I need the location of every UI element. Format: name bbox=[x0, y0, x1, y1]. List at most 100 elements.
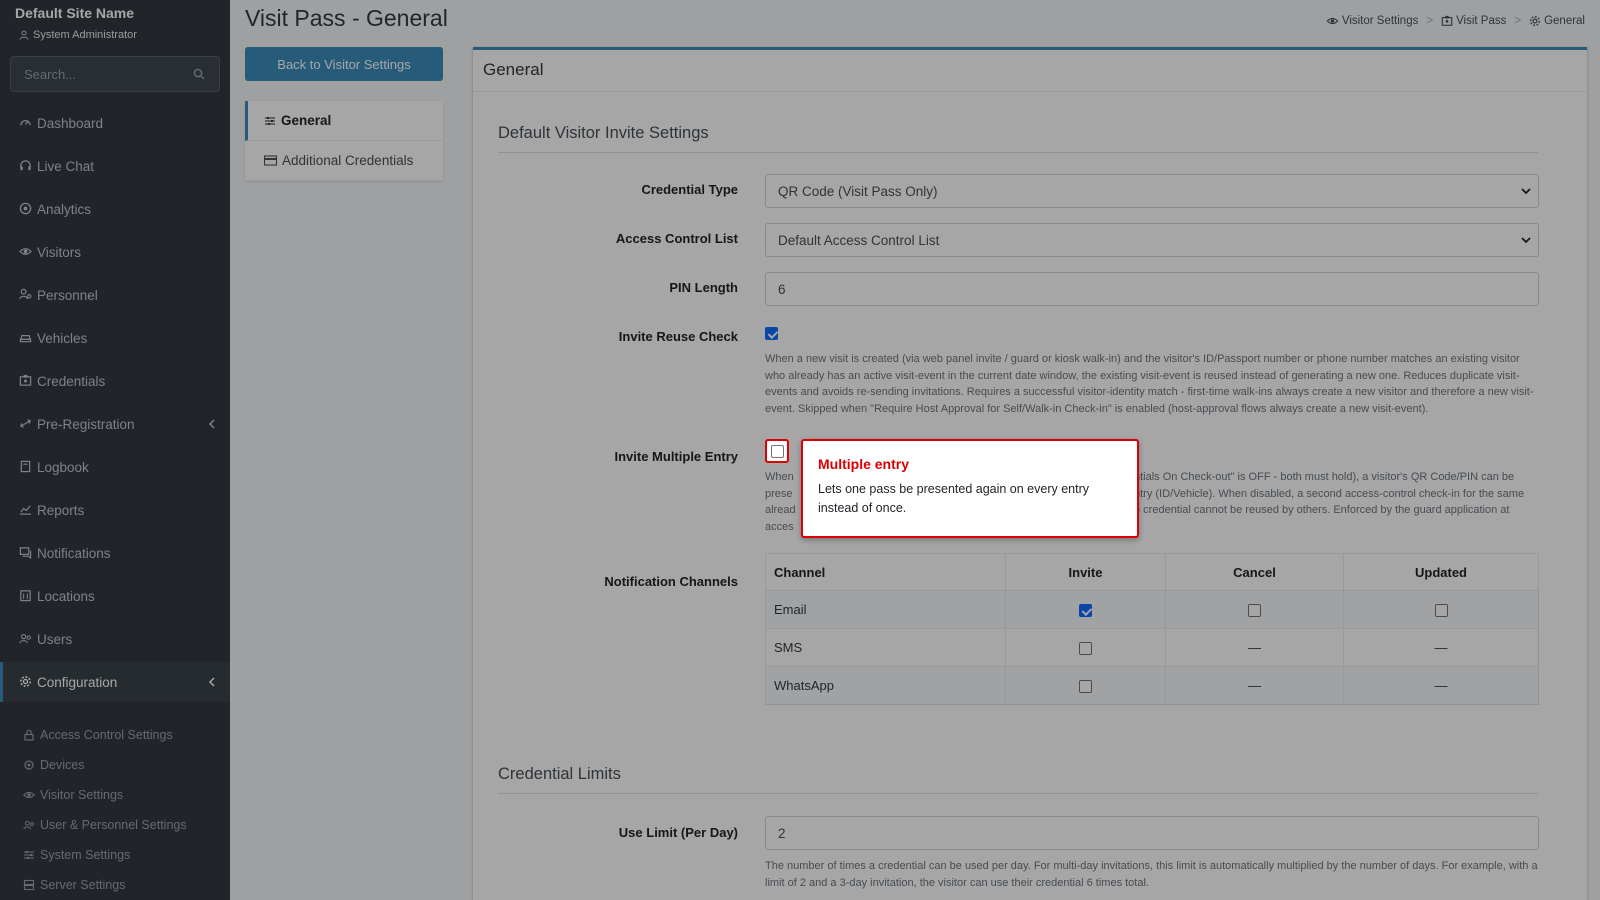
email-cancel-checkbox[interactable] bbox=[1248, 604, 1261, 618]
sms-invite-checkbox[interactable] bbox=[1079, 642, 1092, 656]
sidebar-item-label: Visitors bbox=[37, 244, 82, 260]
column-header: Cancel bbox=[1165, 553, 1344, 591]
site-name[interactable]: Default Site Name bbox=[15, 5, 134, 21]
sidebar-item-users[interactable]: Users bbox=[0, 619, 230, 659]
submenu-item-additional-credentials[interactable]: Additional Credentials bbox=[245, 141, 443, 181]
use-limit-input[interactable]: 2 bbox=[765, 816, 1539, 850]
settings-submenu: General Additional Credentials bbox=[245, 101, 443, 181]
eye-icon bbox=[1326, 17, 1339, 25]
sidebar-item-dashboard[interactable]: Dashboard bbox=[0, 103, 230, 143]
sidebar-item-visitors[interactable]: Visitors bbox=[0, 232, 230, 272]
breadcrumb-label: Visitor Settings bbox=[1341, 15, 1419, 27]
sidebar-item-notifications[interactable]: Notifications bbox=[0, 533, 230, 573]
search-icon[interactable] bbox=[193, 68, 205, 83]
tooltip-popover: Multiple entry Lets one pass be presente… bbox=[801, 439, 1139, 538]
email-updated-checkbox[interactable] bbox=[1434, 604, 1448, 618]
sidebar-subitem-visitor-settings[interactable]: Visitor Settings bbox=[0, 780, 230, 810]
search-input[interactable] bbox=[11, 57, 181, 91]
book-icon bbox=[19, 460, 33, 474]
sidebar-item-credentials[interactable]: Credentials bbox=[0, 361, 230, 401]
email-updated-cell bbox=[1343, 590, 1539, 629]
breadcrumb-visitor-settings[interactable]: Visitor Settings bbox=[1326, 15, 1419, 27]
use-limit-label: Use Limit (Per Day) bbox=[618, 825, 738, 840]
back-to-visitor-settings-button[interactable]: Back to Visitor Settings bbox=[245, 47, 443, 81]
sidebar-item-locations[interactable]: Locations bbox=[0, 576, 230, 616]
sidebar-item-live-chat[interactable]: Live Chat bbox=[0, 146, 230, 186]
arrows-icon bbox=[19, 417, 33, 431]
invite-multiple-entry-checkbox[interactable] bbox=[771, 445, 784, 458]
sidebar-item-label: Vehicles bbox=[37, 330, 88, 346]
sidebar-subitem-access-control-settings[interactable]: Access Control Settings bbox=[0, 720, 230, 750]
card-title: General bbox=[473, 50, 1587, 92]
credential-type-select[interactable]: QR Code (Visit Pass Only) bbox=[765, 174, 1539, 208]
email-invite-checkbox[interactable] bbox=[1079, 604, 1092, 618]
help-line: alread bbox=[765, 504, 796, 516]
sidebar-item-pre-registration[interactable]: Pre-Registration bbox=[0, 404, 230, 444]
invite-reuse-check-help: When a new visit is created (via web pan… bbox=[765, 353, 1534, 415]
invite-reuse-check-checkbox[interactable] bbox=[765, 327, 778, 340]
gauge-icon bbox=[19, 116, 33, 130]
page-title: Visit Pass - General bbox=[245, 5, 448, 31]
sidebar-item-configuration[interactable]: Configuration bbox=[0, 662, 230, 702]
sidebar-item-label: Logbook bbox=[37, 459, 89, 475]
whatsapp-invite-cell bbox=[1005, 666, 1166, 705]
sidebar-item-label: Configuration bbox=[37, 674, 118, 690]
channel-name: Email bbox=[765, 590, 1006, 629]
use-limit-value: 2 bbox=[778, 825, 786, 841]
sms-invite-cell bbox=[1005, 628, 1166, 667]
tooltip-body: Lets one pass be presented again on ever… bbox=[818, 482, 1090, 515]
notification-channels-table: Channel Invite Cancel Updated Email SMS … bbox=[765, 553, 1539, 705]
sidebar-item-reports[interactable]: Reports bbox=[0, 490, 230, 530]
eye-icon bbox=[19, 245, 33, 259]
sliders-icon bbox=[264, 115, 276, 127]
circle-dot-icon bbox=[19, 202, 33, 216]
breadcrumb-separator: > bbox=[1426, 15, 1434, 27]
access-control-list-value: Default Access Control List bbox=[778, 232, 940, 248]
sidebar-item-label: Pre-Registration bbox=[37, 416, 135, 432]
chip-icon bbox=[23, 759, 36, 772]
submenu-item-label: General bbox=[281, 113, 332, 128]
use-limit-help: The number of times a credential can be … bbox=[765, 860, 1538, 889]
invite-multiple-entry-help-left: When prese alread acces bbox=[765, 469, 805, 535]
submenu-item-general[interactable]: General bbox=[245, 101, 443, 141]
chevron-down-icon bbox=[1520, 234, 1532, 249]
user-gear-icon bbox=[19, 288, 33, 302]
whatsapp-invite-checkbox[interactable] bbox=[1079, 680, 1092, 694]
user-role[interactable]: System Administrator bbox=[19, 29, 137, 41]
sidebar-item-label: Users bbox=[37, 631, 73, 647]
invite-multiple-entry-highlight bbox=[765, 439, 789, 463]
pin-length-value: 6 bbox=[778, 281, 786, 297]
help-line: When bbox=[765, 471, 794, 483]
credential-type-label: Credential Type bbox=[641, 182, 738, 197]
sidebar-subitem-label: Devices bbox=[40, 758, 85, 772]
sidebar-item-analytics[interactable]: Analytics bbox=[0, 189, 230, 229]
sidebar-item-vehicles[interactable]: Vehicles bbox=[0, 318, 230, 358]
car-icon bbox=[19, 331, 33, 345]
sidebar-subitem-system-settings[interactable]: System Settings bbox=[0, 840, 230, 870]
chevron-left-icon bbox=[208, 675, 216, 690]
pin-length-input[interactable]: 6 bbox=[765, 272, 1539, 306]
sidebar-subitem-devices[interactable]: Devices bbox=[0, 750, 230, 780]
building-icon bbox=[19, 589, 33, 603]
tooltip-title: Multiple entry bbox=[818, 456, 910, 472]
id-badge-icon bbox=[19, 374, 33, 388]
table-header-row: Channel Invite Cancel Updated bbox=[765, 553, 1539, 591]
whatsapp-cancel-cell: — bbox=[1165, 666, 1344, 705]
column-header: Updated bbox=[1343, 553, 1539, 591]
breadcrumb-label: Visit Pass bbox=[1456, 15, 1507, 27]
sliders-icon bbox=[23, 849, 36, 862]
access-control-list-select[interactable]: Default Access Control List bbox=[765, 223, 1539, 257]
user-icon bbox=[19, 30, 29, 40]
sidebar-item-personnel[interactable]: Personnel bbox=[0, 275, 230, 315]
sidebar-subitem-user-personnel-settings[interactable]: User & Personnel Settings bbox=[0, 810, 230, 840]
sidebar-subitem-label: System Settings bbox=[40, 848, 131, 862]
table-row: WhatsApp — — bbox=[765, 666, 1539, 705]
help-line: ntry (ID/Vehicle). When disabled, a seco… bbox=[1134, 487, 1525, 500]
breadcrumb-visit-pass[interactable]: Visit Pass bbox=[1441, 15, 1506, 27]
sidebar-item-logbook[interactable]: Logbook bbox=[0, 447, 230, 487]
section-credential-limits: Credential Limits bbox=[498, 765, 1538, 794]
sidebar-item-label: Notifications bbox=[37, 545, 111, 561]
sidebar-subitem-server-settings[interactable]: Server Settings bbox=[0, 870, 230, 900]
id-badge-icon bbox=[1441, 15, 1453, 26]
table-row: Email bbox=[765, 590, 1539, 629]
